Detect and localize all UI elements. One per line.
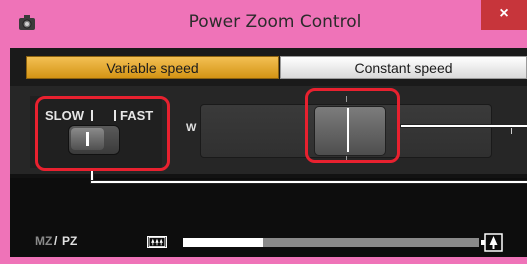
power-zoom-window: Power Zoom Control × Variable speed Cons… (0, 0, 527, 264)
tab-variable-speed[interactable]: Variable speed (26, 56, 279, 79)
window-title: Power Zoom Control (188, 12, 362, 32)
tele-tree-icon (481, 233, 503, 252)
app-camera-icon (19, 15, 35, 30)
zoom-knob-highlight (305, 88, 400, 163)
zoom-position-fill (183, 238, 263, 247)
mode-separator: / (54, 234, 58, 248)
speed-switch-highlight (35, 96, 170, 171)
pz-label: PZ (62, 234, 78, 248)
title-bar[interactable]: Power Zoom Control × (0, 0, 527, 46)
tab-constant-speed[interactable]: Constant speed (280, 56, 527, 79)
close-button[interactable]: × (481, 0, 527, 30)
speed-mode-tabs: Variable speed Constant speed (10, 48, 527, 86)
wide-label: W (186, 122, 197, 134)
mz-label: MZ (35, 234, 53, 248)
zoom-callout-line (400, 124, 527, 128)
wide-trees-icon (147, 236, 167, 248)
speed-callout-line-horizontal (90, 180, 527, 184)
